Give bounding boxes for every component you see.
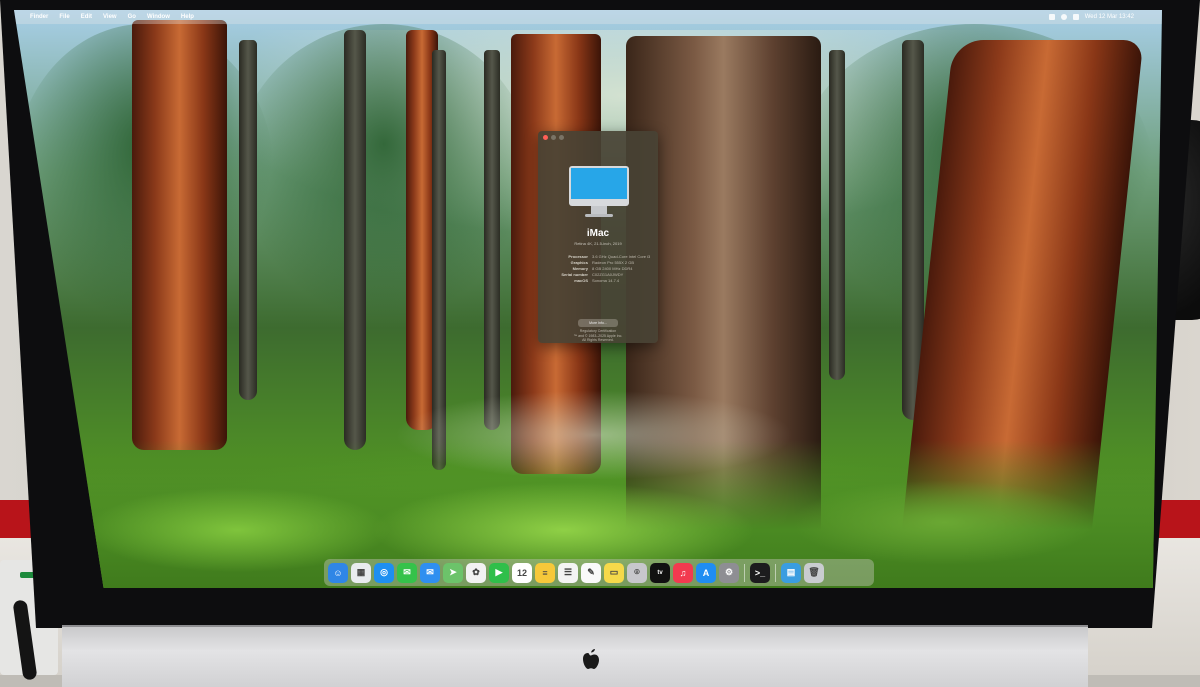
mac-model-subtitle: Retina 4K, 21.5-inch, 2019 bbox=[574, 241, 622, 246]
terminal-icon[interactable]: >_ bbox=[750, 562, 770, 583]
tree-trunk bbox=[132, 20, 227, 450]
minimize-button[interactable] bbox=[551, 135, 556, 140]
menu-file[interactable]: File bbox=[59, 14, 69, 20]
about-this-mac-window[interactable]: iMac Retina 4K, 21.5-inch, 2019 Processo… bbox=[538, 131, 658, 343]
menu-window[interactable]: Window bbox=[147, 14, 170, 20]
menu-clock[interactable]: Wed 12 Mar 13:42 bbox=[1085, 14, 1134, 20]
menu-view[interactable]: View bbox=[103, 14, 117, 20]
apple-tv-icon[interactable]: tv bbox=[650, 562, 670, 583]
maps-icon[interactable]: ➤ bbox=[443, 562, 463, 583]
freeform-icon[interactable]: ✎ bbox=[581, 562, 601, 583]
dock: ☺ ▦ ◎ ✉ ✉ ➤ ✿ ▶ 12 ≡ ☰ ✎ ▭ ⌾ tv ♫ A ⚙ >_ ▤ 🗑 bbox=[324, 559, 874, 586]
imac-icon bbox=[569, 166, 629, 217]
spec-row: macOS Sonoma 14.7.4 bbox=[544, 278, 654, 284]
menu-help[interactable]: Help bbox=[181, 14, 194, 20]
more-info-button[interactable]: More Info... bbox=[578, 319, 618, 327]
wifi-icon[interactable] bbox=[1048, 14, 1055, 20]
tree-trunk bbox=[344, 30, 366, 450]
menu-go[interactable]: Go bbox=[128, 14, 136, 20]
reminders-icon[interactable]: ☰ bbox=[558, 562, 578, 583]
spec-list: Processor 3.6 GHz Quad-Core Intel Core i… bbox=[544, 254, 654, 284]
tree-trunk bbox=[829, 50, 845, 380]
control-center-icon[interactable] bbox=[1072, 14, 1079, 20]
spec-value: Sonoma 14.7.4 bbox=[592, 278, 620, 283]
app-store-icon[interactable]: A bbox=[696, 562, 716, 583]
tree-trunk bbox=[239, 40, 257, 400]
spec-key: macOS bbox=[574, 278, 588, 283]
finder-icon[interactable]: ☺ bbox=[328, 562, 348, 583]
close-button[interactable] bbox=[543, 135, 548, 140]
imac-computer: Finder File Edit View Go Window Help Wed… bbox=[0, 0, 1200, 687]
menu-bar: Finder File Edit View Go Window Help Wed… bbox=[14, 10, 1162, 24]
mac-model-title: iMac bbox=[586, 228, 610, 239]
forest-mist bbox=[394, 390, 794, 480]
notes-icon[interactable]: ≡ bbox=[535, 562, 555, 583]
contacts-icon[interactable]: ⌾ bbox=[627, 562, 647, 583]
calendar-icon[interactable]: 12 bbox=[512, 562, 532, 583]
menu-extras: Wed 12 Mar 13:42 bbox=[1048, 14, 1162, 20]
dock-separator bbox=[744, 563, 745, 582]
tree-trunk bbox=[484, 50, 500, 430]
menu-finder[interactable]: Finder bbox=[30, 14, 48, 20]
facetime-icon[interactable]: ▶ bbox=[489, 562, 509, 583]
regulatory-footer: Regulatory Certification ™ and © 1983–20… bbox=[573, 329, 623, 342]
desktop-screen: Finder File Edit View Go Window Help Wed… bbox=[14, 10, 1162, 588]
photos-icon[interactable]: ✿ bbox=[466, 562, 486, 583]
downloads-folder-icon[interactable]: ▤ bbox=[781, 562, 801, 583]
zoom-button[interactable] bbox=[559, 135, 564, 140]
launchpad-icon[interactable]: ▦ bbox=[351, 562, 371, 583]
mail-icon[interactable]: ✉ bbox=[420, 562, 440, 583]
trash-icon[interactable]: 🗑 bbox=[804, 562, 824, 583]
safari-icon[interactable]: ◎ bbox=[374, 562, 394, 583]
window-controls bbox=[543, 135, 564, 140]
apple-logo-icon bbox=[583, 649, 599, 669]
search-icon[interactable] bbox=[1060, 14, 1067, 20]
system-settings-icon[interactable]: ⚙ bbox=[719, 562, 739, 583]
dock-separator bbox=[775, 563, 776, 582]
music-icon[interactable]: ♫ bbox=[673, 562, 693, 583]
stickies-icon[interactable]: ▭ bbox=[604, 562, 624, 583]
messages-icon[interactable]: ✉ bbox=[397, 562, 417, 583]
menu-edit[interactable]: Edit bbox=[81, 14, 92, 20]
